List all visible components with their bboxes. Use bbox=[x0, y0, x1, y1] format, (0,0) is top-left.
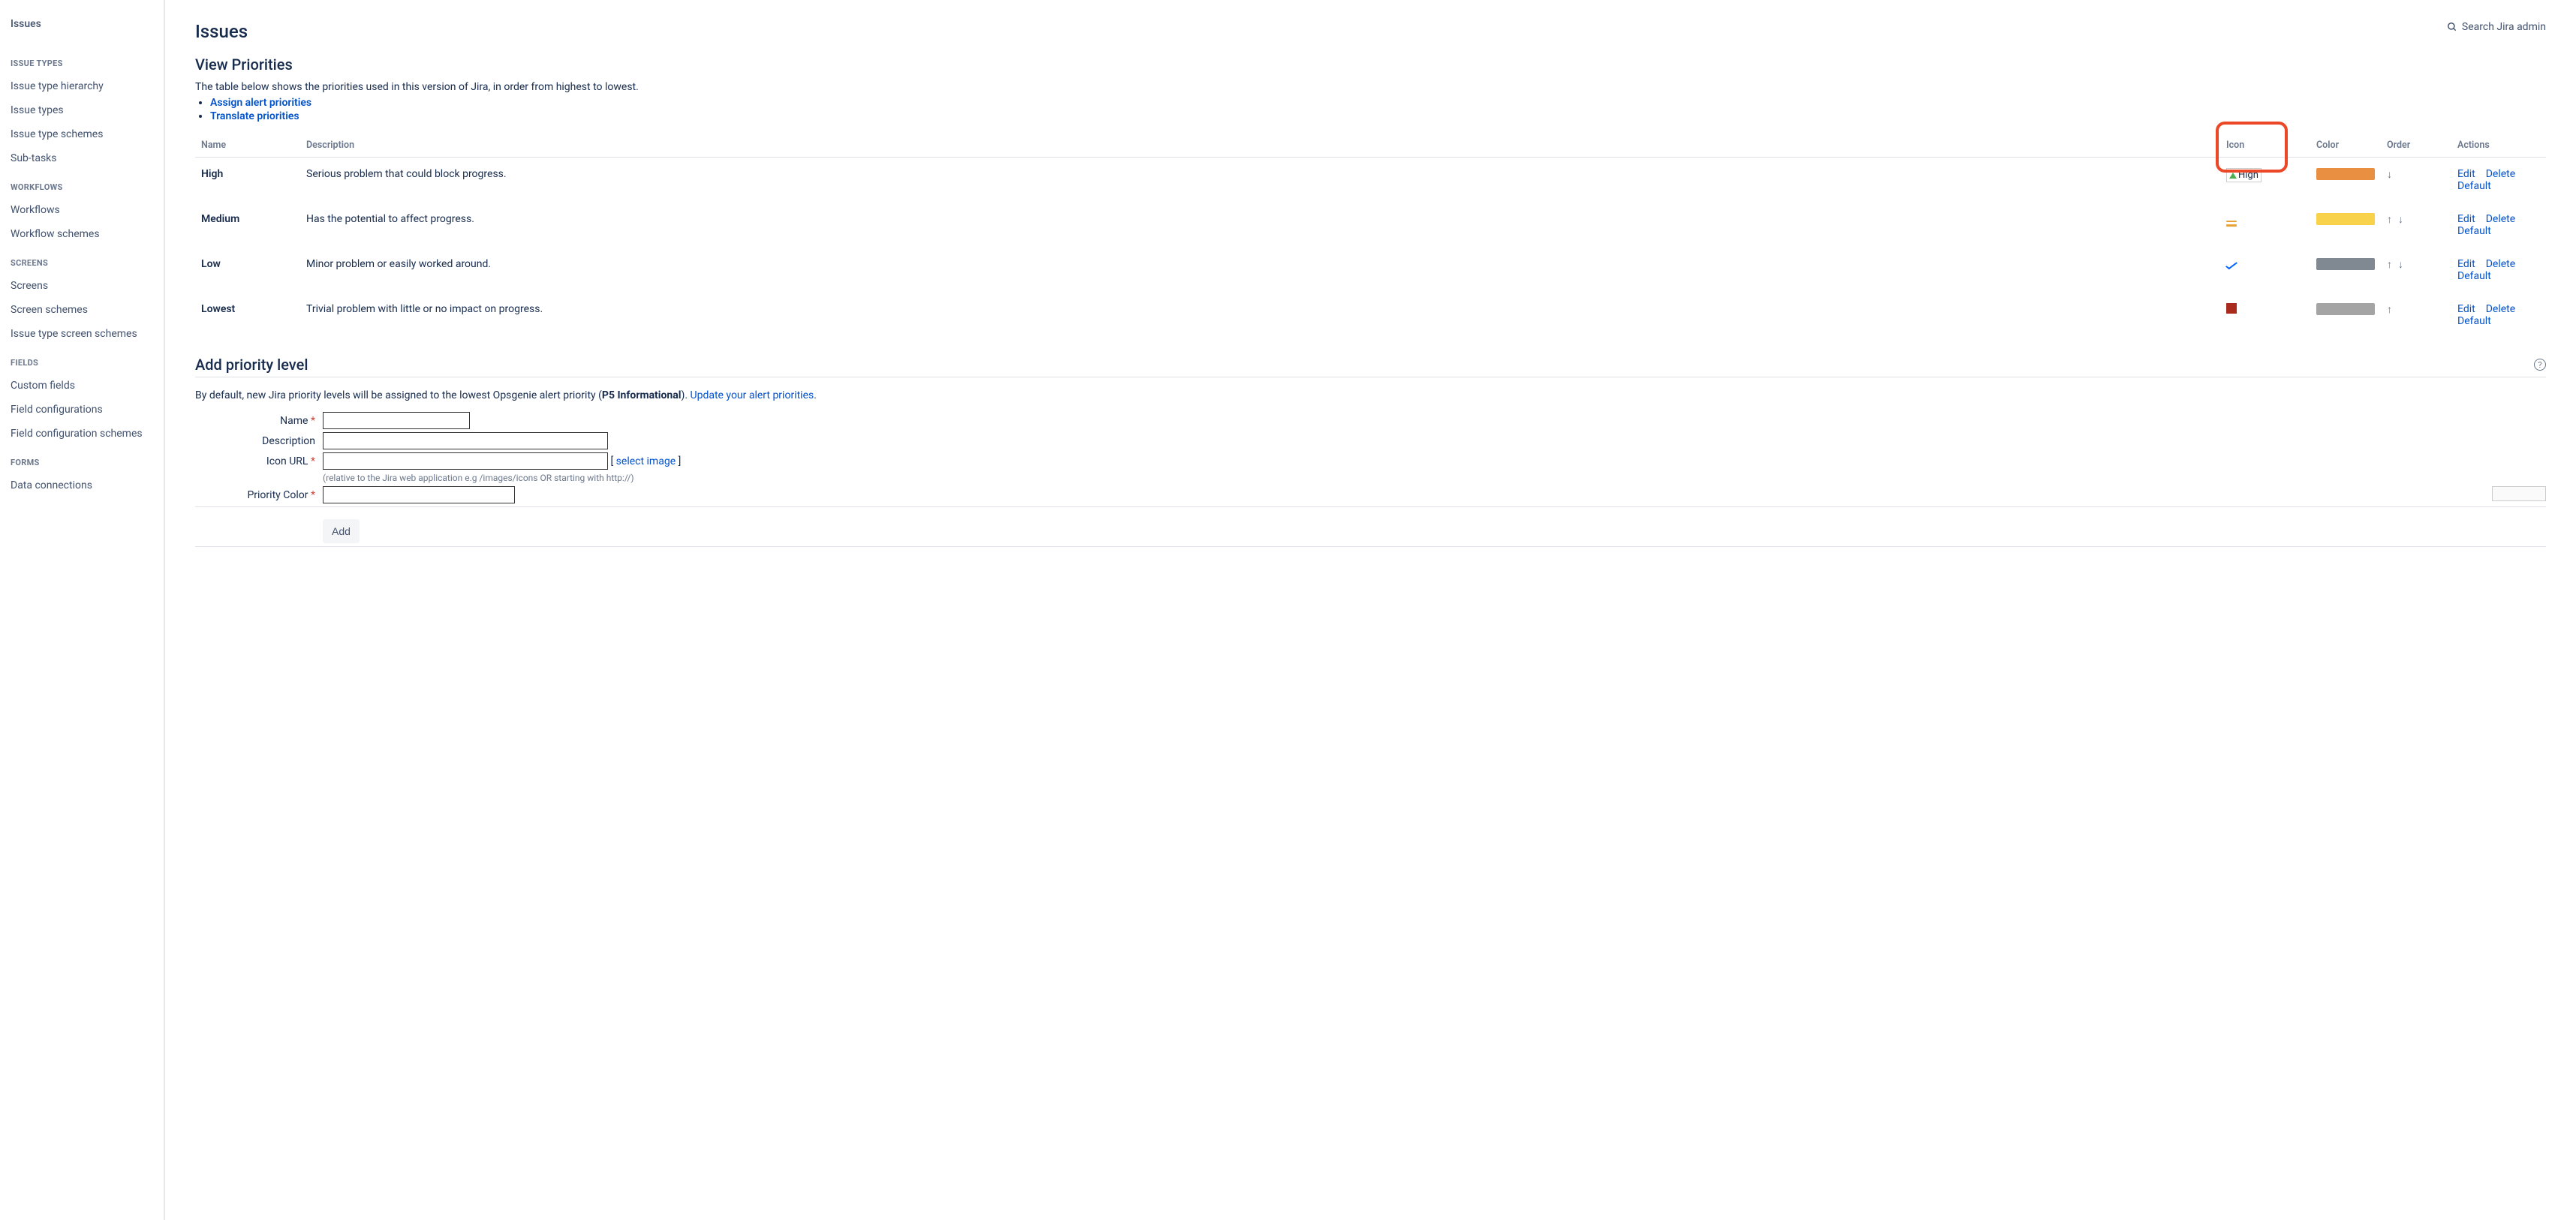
translate-link[interactable]: Translate priorities bbox=[210, 110, 299, 122]
sidebar-item[interactable]: Workflow schemes bbox=[11, 222, 164, 246]
main-content: Issues Search Jira admin View Priorities… bbox=[165, 0, 2576, 1220]
assign-alert-link[interactable]: Assign alert priorities bbox=[210, 97, 311, 109]
th-desc: Description bbox=[300, 134, 2220, 158]
lowest-priority-icon bbox=[2226, 303, 2237, 314]
color-label: Priority Color bbox=[247, 489, 308, 501]
default-link[interactable]: Default bbox=[2457, 180, 2491, 192]
color-swatch bbox=[2316, 168, 2375, 180]
sidebar-group-header: FORMS bbox=[11, 458, 164, 467]
form-note: By default, new Jira priority levels wil… bbox=[195, 389, 2546, 401]
sidebar-item[interactable]: Issue types bbox=[11, 98, 164, 122]
sidebar-item[interactable]: Data connections bbox=[11, 473, 164, 497]
th-name: Name bbox=[195, 134, 300, 158]
color-preview bbox=[2492, 486, 2546, 501]
help-icon[interactable]: ? bbox=[2534, 359, 2546, 371]
sidebar-item[interactable]: Issue type hierarchy bbox=[11, 74, 164, 98]
color-swatch bbox=[2316, 258, 2375, 270]
edit-link[interactable]: Edit bbox=[2457, 213, 2475, 225]
order-up-icon[interactable]: ↑ bbox=[2387, 304, 2392, 316]
priority-name: High bbox=[195, 158, 300, 203]
edit-link[interactable]: Edit bbox=[2457, 258, 2475, 270]
icon-url-input[interactable] bbox=[323, 452, 608, 470]
page-title: Issues bbox=[195, 21, 248, 42]
default-link[interactable]: Default bbox=[2457, 270, 2491, 282]
table-row: Low Minor problem or easily worked aroun… bbox=[195, 248, 2546, 293]
icon-header-highlight bbox=[2216, 122, 2288, 173]
name-label: Name bbox=[280, 415, 308, 427]
desc-input[interactable] bbox=[323, 432, 608, 449]
sidebar: Issues ISSUE TYPES Issue type hierarchy … bbox=[0, 0, 165, 1220]
priority-name: Low bbox=[195, 248, 300, 293]
add-heading: Add priority level bbox=[195, 356, 308, 374]
delete-link[interactable]: Delete bbox=[2486, 258, 2515, 270]
search-label: Search Jira admin bbox=[2462, 21, 2546, 33]
priority-name: Lowest bbox=[195, 293, 300, 338]
priority-desc: Trivial problem with little or no impact… bbox=[300, 293, 2220, 338]
priority-desc: Has the potential to affect progress. bbox=[300, 203, 2220, 248]
table-row: Medium Has the potential to affect progr… bbox=[195, 203, 2546, 248]
sidebar-group-header: WORKFLOWS bbox=[11, 182, 164, 192]
sidebar-item[interactable]: Field configuration schemes bbox=[11, 422, 164, 446]
default-link[interactable]: Default bbox=[2457, 225, 2491, 237]
color-input[interactable] bbox=[323, 486, 515, 503]
edit-link[interactable]: Edit bbox=[2457, 168, 2475, 180]
icon-hint: (relative to the Jira web application e.… bbox=[323, 473, 681, 483]
name-input[interactable] bbox=[323, 412, 470, 429]
sidebar-group-header: SCREENS bbox=[11, 258, 164, 268]
delete-link[interactable]: Delete bbox=[2486, 303, 2515, 315]
search-admin[interactable]: Search Jira admin bbox=[2447, 21, 2546, 33]
sidebar-item[interactable]: Field configurations bbox=[11, 398, 164, 422]
view-desc: The table below shows the priorities use… bbox=[195, 81, 2546, 93]
update-alert-link[interactable]: Update your alert priorities bbox=[691, 389, 814, 401]
th-order: Order bbox=[2381, 134, 2451, 158]
table-row: High Serious problem that could block pr… bbox=[195, 158, 2546, 203]
medium-priority-icon bbox=[2226, 221, 2237, 227]
edit-link[interactable]: Edit bbox=[2457, 303, 2475, 315]
table-row: Lowest Trivial problem with little or no… bbox=[195, 293, 2546, 338]
delete-link[interactable]: Delete bbox=[2486, 168, 2515, 180]
th-color: Color bbox=[2310, 134, 2381, 158]
default-link[interactable]: Default bbox=[2457, 315, 2491, 327]
priority-name: Medium bbox=[195, 203, 300, 248]
delete-link[interactable]: Delete bbox=[2486, 213, 2515, 225]
view-heading: View Priorities bbox=[195, 56, 2546, 74]
sidebar-item[interactable]: Issue type screen schemes bbox=[11, 322, 164, 346]
divider bbox=[195, 546, 2546, 547]
add-button[interactable]: Add bbox=[323, 519, 360, 543]
sidebar-item[interactable]: Screens bbox=[11, 274, 164, 298]
order-up-icon[interactable]: ↑ bbox=[2387, 214, 2392, 226]
priorities-table: Name Description Icon Color Order Action… bbox=[195, 134, 2546, 338]
order-up-icon[interactable]: ↑ bbox=[2387, 259, 2392, 271]
sidebar-top[interactable]: Issues bbox=[11, 15, 164, 47]
sidebar-item[interactable]: Custom fields bbox=[11, 374, 164, 398]
low-priority-icon bbox=[2225, 260, 2237, 269]
th-actions: Actions bbox=[2451, 134, 2546, 158]
desc-label: Description bbox=[262, 435, 315, 447]
sidebar-group-header: FIELDS bbox=[11, 358, 164, 368]
sidebar-item[interactable]: Issue type schemes bbox=[11, 122, 164, 146]
order-down-icon[interactable]: ↓ bbox=[2387, 169, 2392, 181]
color-swatch bbox=[2316, 303, 2375, 315]
sidebar-item[interactable]: Sub-tasks bbox=[11, 146, 164, 170]
select-image-link[interactable]: select image bbox=[616, 455, 676, 467]
order-down-icon[interactable]: ↓ bbox=[2398, 259, 2403, 271]
sidebar-item[interactable]: Screen schemes bbox=[11, 298, 164, 322]
sidebar-group-header: ISSUE TYPES bbox=[11, 59, 164, 68]
priority-desc: Minor problem or easily worked around. bbox=[300, 248, 2220, 293]
search-icon bbox=[2447, 22, 2457, 32]
priority-desc: Serious problem that could block progres… bbox=[300, 158, 2220, 203]
order-down-icon[interactable]: ↓ bbox=[2398, 214, 2403, 226]
divider bbox=[195, 506, 2546, 507]
color-swatch bbox=[2316, 213, 2375, 225]
sidebar-item[interactable]: Workflows bbox=[11, 198, 164, 222]
icon-label: Icon URL bbox=[266, 455, 308, 467]
